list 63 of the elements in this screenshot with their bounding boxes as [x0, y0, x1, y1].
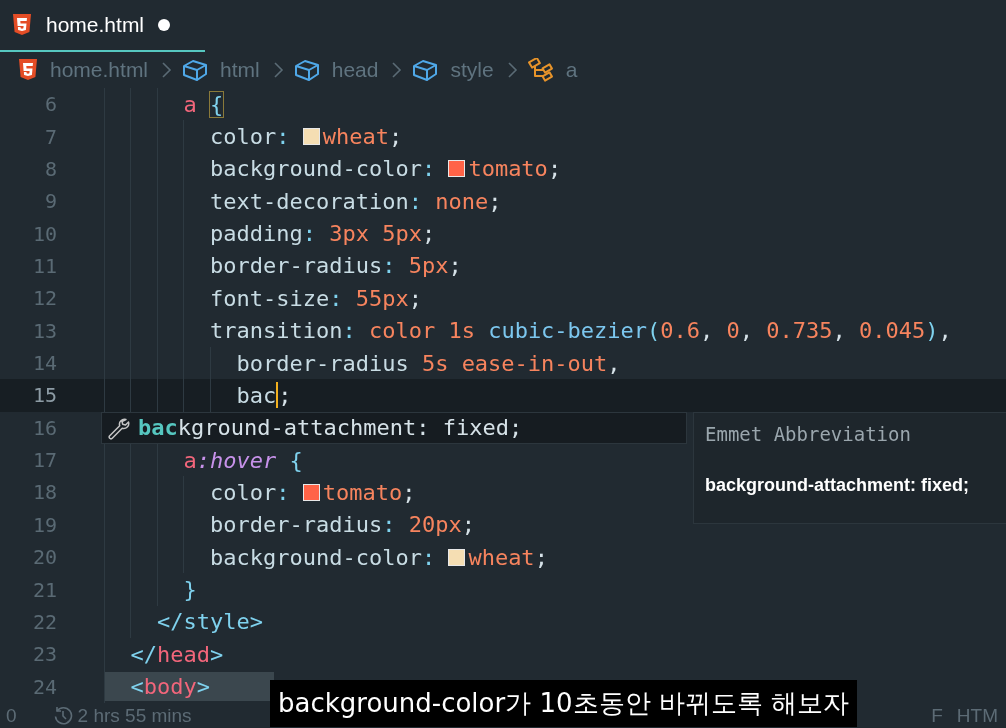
code-line: 14 border-radius 5s ease-in-out,: [0, 346, 1006, 380]
line-number: 10: [31, 221, 57, 246]
details-title: Emmet Abbreviation: [705, 423, 912, 445]
html-file-icon: [12, 14, 32, 36]
autocomplete-item[interactable]: background-attachment: fixed;: [101, 411, 687, 444]
breadcrumb-item[interactable]: html: [220, 58, 260, 82]
line-number: 7: [43, 124, 57, 149]
color-swatch[interactable]: [448, 548, 466, 566]
line-number: 15: [31, 383, 57, 408]
cube-icon: [412, 58, 439, 82]
code-line: 11 border-radius: 5px;: [0, 249, 1006, 283]
line-number: 12: [31, 286, 57, 311]
history-icon: [52, 705, 73, 726]
code-line: 8 background-color: tomato;: [0, 152, 1006, 186]
line-number: 6: [43, 92, 57, 117]
code-line: 10 padding: 3px 5px;: [0, 217, 1006, 250]
line-number: 20: [31, 545, 57, 570]
line-number: 17: [31, 448, 57, 473]
line-number: 22: [31, 609, 57, 634]
line-number: 13: [31, 318, 57, 343]
breadcrumb-item[interactable]: style: [450, 58, 494, 82]
wrench-icon: [106, 415, 130, 440]
chevron-icon: [160, 60, 173, 80]
symbol-tree-icon: [527, 58, 554, 82]
code-line: 20 background-color: wheat;: [0, 541, 1006, 574]
line-number: 19: [31, 512, 57, 537]
breadcrumb-item[interactable]: a: [565, 58, 578, 82]
code-line: 12 font-size: 55px;: [0, 282, 1006, 315]
color-swatch[interactable]: [448, 160, 466, 178]
line-number: 24: [31, 674, 57, 699]
code-line: 22 </style>: [0, 605, 1006, 639]
line-number: 9: [43, 189, 57, 214]
line-number: 16: [31, 415, 57, 440]
chevron-icon: [390, 60, 403, 80]
editor-tab[interactable]: home.html: [0, 0, 205, 52]
code-line: 6 a {: [0, 88, 1006, 121]
chevron-icon: [505, 60, 518, 80]
color-swatch[interactable]: [302, 128, 320, 146]
line-number: 23: [31, 642, 57, 667]
line-number: 11: [31, 253, 57, 278]
html-file-icon: [18, 59, 38, 81]
breadcrumb-item[interactable]: home.html: [50, 58, 149, 82]
text-cursor: [276, 382, 279, 409]
subtitle-caption: background-color가 10초동안 바뀌도록 해보자: [270, 680, 858, 727]
chevron-icon: [271, 60, 284, 80]
details-text: background-attachment: fixed;: [705, 475, 971, 496]
line-number: 14: [31, 351, 57, 376]
status-text[interactable]: 0: [6, 704, 17, 727]
status-text[interactable]: 2 hrs 55 mins: [77, 704, 192, 727]
status-text[interactable]: HTM: [956, 704, 998, 727]
code-line: 7 color: wheat;: [0, 120, 1006, 153]
cube-icon: [293, 58, 320, 82]
line-number: 21: [31, 577, 57, 602]
line-number: 18: [31, 480, 57, 505]
line-number: 8: [43, 156, 57, 181]
code-line: 13 transition: color 1s cubic-bezier(0.6, 0, 0.735, 0.045),: [0, 314, 1006, 347]
code-line: 21 }: [0, 573, 1006, 606]
color-swatch[interactable]: [302, 484, 320, 501]
code-line: 23 </head>: [0, 638, 1006, 671]
code-line: 9 text-decoration: none;: [0, 185, 1006, 218]
cube-icon: [182, 58, 209, 82]
breadcrumb-item[interactable]: head: [331, 58, 379, 82]
status-text[interactable]: F: [931, 704, 943, 727]
